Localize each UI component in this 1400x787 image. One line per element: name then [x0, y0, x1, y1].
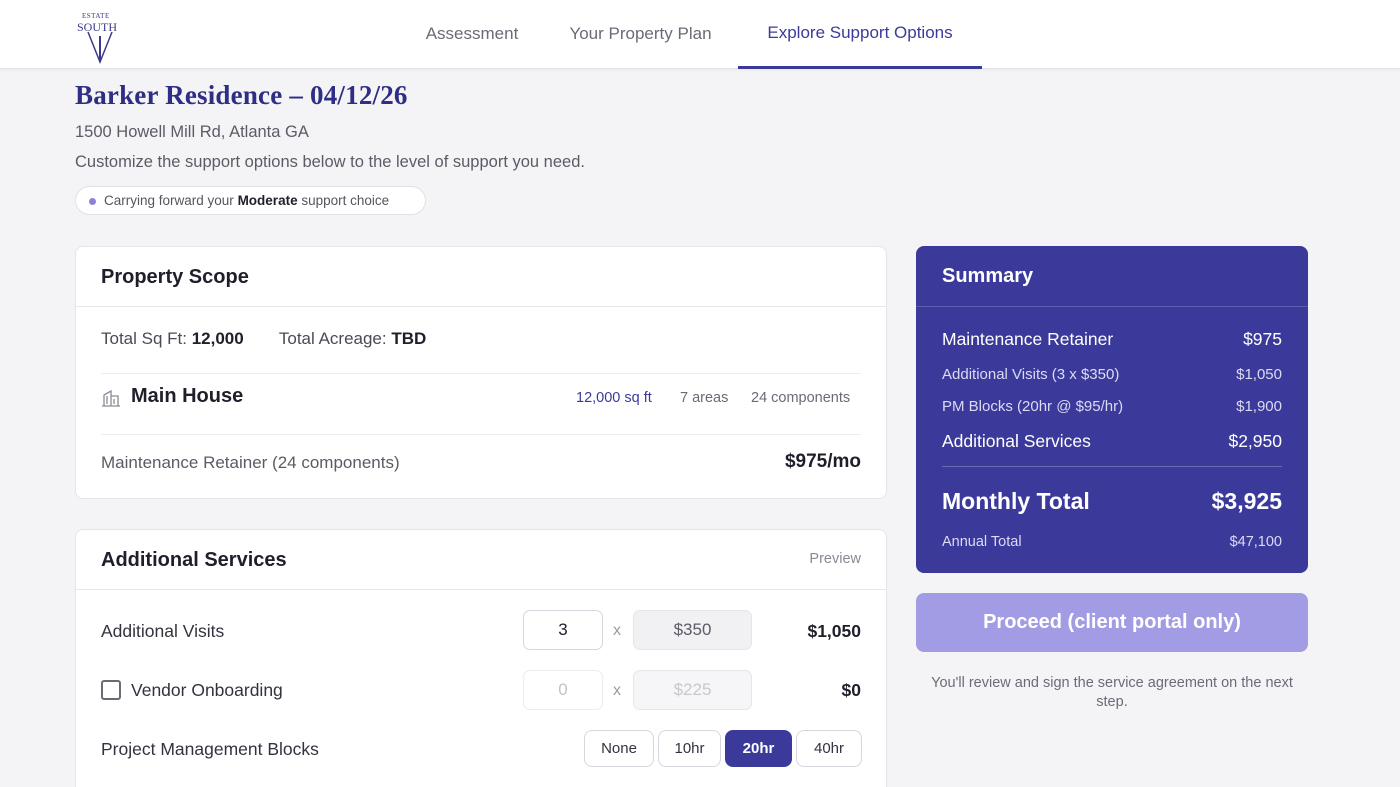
pm-blocks-label: Project Management Blocks: [101, 739, 319, 759]
summary-pm-value: $1,900: [1236, 398, 1282, 415]
vendor-onboarding-qty-input[interactable]: 0: [523, 670, 603, 710]
summary-panel: Summary Maintenance Retainer $975 Additi…: [916, 246, 1308, 573]
scope-divider: [101, 373, 861, 374]
multiply-sign: x: [613, 622, 621, 639]
summary-retainer-label: Maintenance Retainer: [942, 329, 1114, 349]
additional-services-header: Additional Services Preview: [76, 530, 886, 590]
building-icon: [102, 389, 120, 407]
additional-services-title: Additional Services: [101, 549, 287, 571]
brand-logo-line1: ESTATE: [82, 12, 110, 20]
pm-option-none[interactable]: None: [584, 730, 654, 767]
sqft-value: 12,000: [191, 329, 244, 348]
scope-summary-line: Total Sq Ft: 12,000 Total Acreage: TBD: [101, 329, 426, 349]
scope-divider-2: [101, 434, 861, 435]
summary-visits-label: Additional Visits (3 x $350): [942, 366, 1120, 383]
monthly-total: Monthly Total $3,925: [942, 488, 1282, 515]
vendor-onboarding-rate: $225: [633, 670, 752, 710]
brand-logo[interactable]: ESTATE SOUTH: [76, 8, 124, 64]
pm-option-20hr[interactable]: 20hr: [725, 730, 792, 767]
summary-retainer-value: $975: [1243, 329, 1282, 349]
vendor-onboarding-label[interactable]: Vendor Onboarding: [131, 680, 283, 701]
summary-divider: [942, 466, 1282, 467]
vendor-onboarding-checkbox[interactable]: [101, 680, 121, 700]
pill-suffix: support choice: [301, 193, 390, 208]
agreement-note: You'll review and sign the service agree…: [931, 675, 1293, 710]
summary-header-divider: [916, 306, 1308, 307]
property-scope-card: Property Scope Total Sq Ft: 12,000 Total…: [75, 246, 887, 499]
pm-option-10hr[interactable]: 10hr: [658, 730, 721, 767]
summary-additional-label: Additional Services: [942, 431, 1091, 451]
page-description: Customize the support options below to t…: [75, 153, 585, 171]
tab-explore-support-options[interactable]: Explore Support Options: [738, 0, 982, 69]
annual-total-value: $47,100: [1229, 534, 1282, 550]
monthly-total-label: Monthly Total: [942, 488, 1090, 514]
top-nav-bar: ESTATE SOUTH Assessment Your Property Pl…: [0, 0, 1400, 69]
proceed-button[interactable]: Proceed (client portal only): [916, 593, 1308, 652]
retainer-label: Maintenance Retainer (24 components): [101, 453, 400, 472]
sqft-label: Total Sq Ft:: [101, 329, 187, 348]
property-address: 1500 Howell Mill Rd, Atlanta GA: [75, 123, 309, 141]
summary-title: Summary: [942, 265, 1034, 287]
support-choice-pill: Carrying forward your Moderate support c…: [75, 186, 426, 215]
retainer-price: $975/mo: [784, 451, 861, 472]
acreage-value: TBD: [391, 329, 427, 348]
house-components: 24 components: [751, 390, 851, 406]
multiply-sign-2: x: [613, 682, 621, 699]
acreage-label: Total Acreage:: [278, 329, 387, 348]
pm-option-40hr[interactable]: 40hr: [796, 730, 862, 767]
house-areas: 7 areas: [680, 390, 729, 406]
monthly-total-value: $3,925: [1211, 488, 1282, 514]
additional-visits-label: Additional Visits: [101, 621, 225, 641]
summary-visits-value: $1,050: [1236, 366, 1282, 383]
additional-visits-amount: $1,050: [807, 621, 861, 641]
brand-logo-icon: [87, 31, 113, 64]
pill-choice: Moderate: [237, 193, 298, 208]
summary-additional-value: $2,950: [1228, 431, 1282, 451]
pill-prefix: Carrying forward your: [104, 193, 234, 208]
summary-pm-label: PM Blocks (20hr @ $95/hr): [942, 398, 1124, 415]
page-title: Barker Residence – 04/12/26: [75, 80, 408, 110]
additional-visits-rate: $350: [633, 610, 752, 650]
additional-services-card: Additional Services Preview Additional V…: [75, 529, 887, 787]
status-dot-icon: [89, 198, 96, 205]
property-scope-title: Property Scope: [101, 266, 249, 288]
additional-visits-qty-input[interactable]: 3: [523, 610, 603, 650]
property-scope-header: Property Scope: [76, 247, 886, 307]
tab-assessment[interactable]: Assessment: [402, 0, 542, 69]
preview-label: Preview: [809, 551, 861, 567]
house-name: Main House: [131, 385, 244, 407]
annual-total-label: Annual Total: [942, 534, 1022, 550]
annual-total: Annual Total $47,100: [942, 534, 1282, 550]
tab-your-property-plan[interactable]: Your Property Plan: [546, 0, 735, 69]
vendor-onboarding-amount: $0: [841, 680, 861, 700]
house-sqft: 12,000 sq ft: [576, 390, 652, 406]
